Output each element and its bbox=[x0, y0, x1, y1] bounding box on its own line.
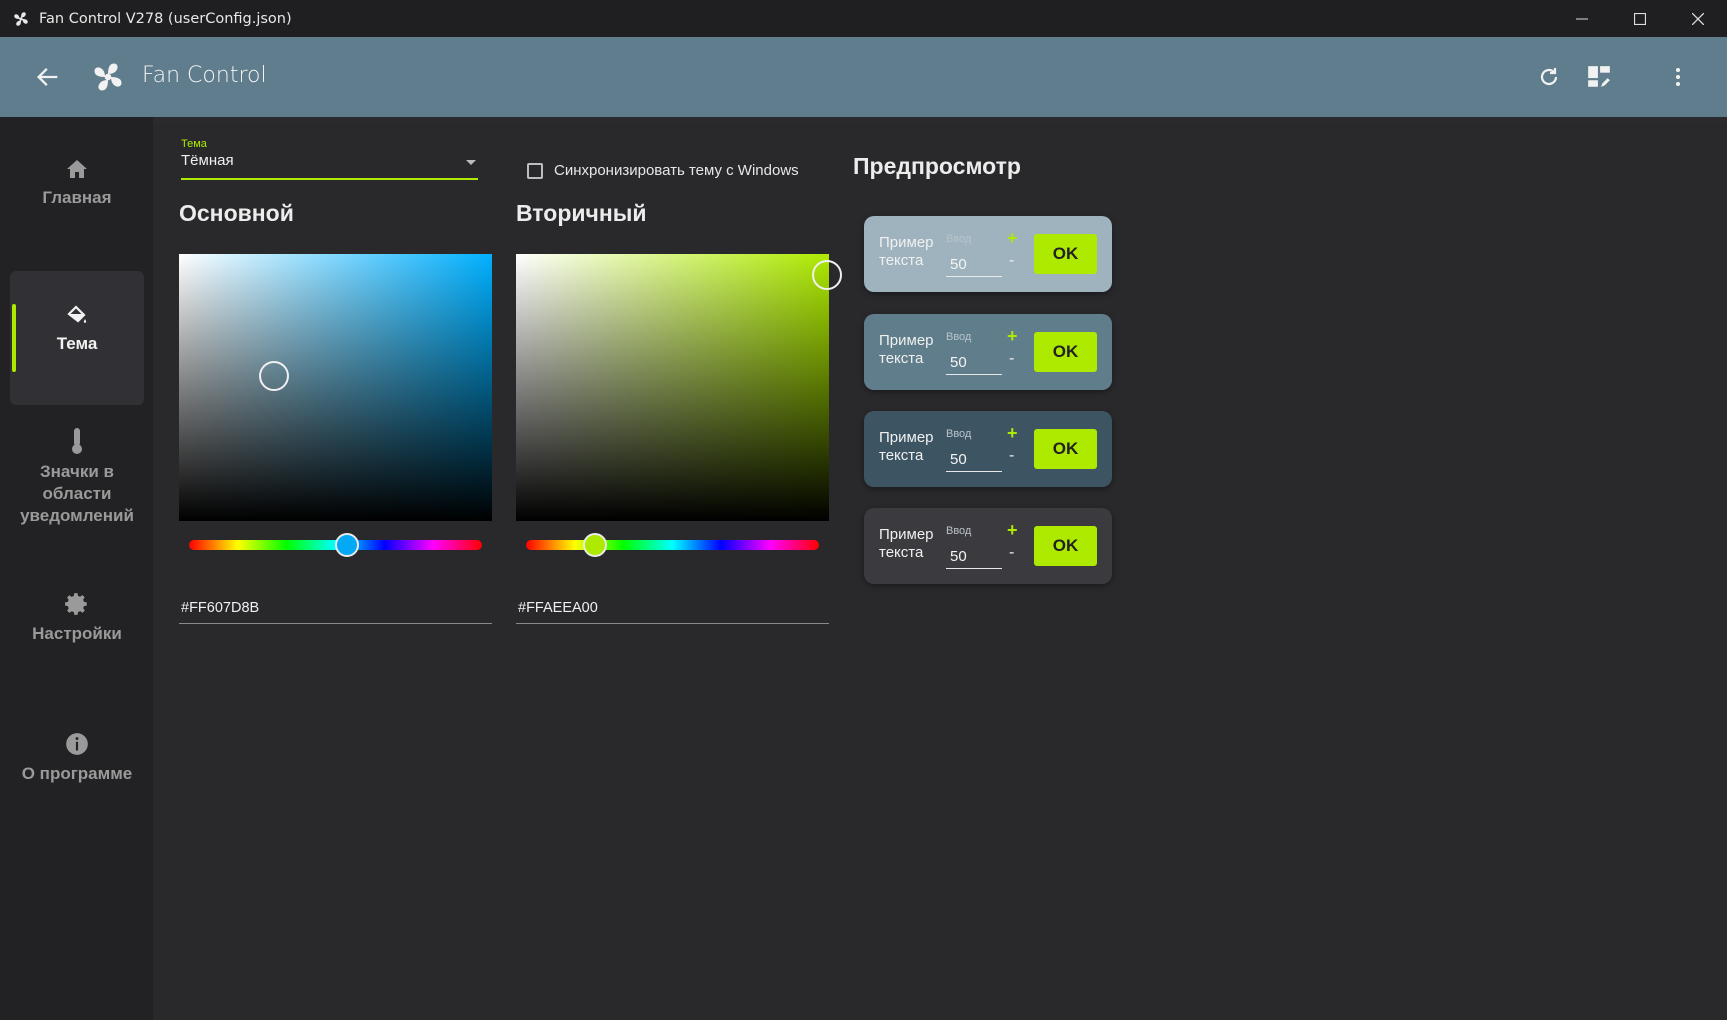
nav-item-theme[interactable]: Тема bbox=[10, 271, 144, 405]
preview-sample-text: Пример текста bbox=[879, 429, 934, 464]
fan-icon bbox=[14, 11, 28, 26]
maximize-button[interactable] bbox=[1611, 0, 1669, 37]
back-arrow-icon[interactable] bbox=[34, 63, 62, 91]
maximize-icon bbox=[1634, 12, 1646, 25]
preview-card: Пример текста Ввод 50 + - OK bbox=[864, 411, 1112, 487]
primary-hex-input[interactable]: #FF607D8B bbox=[179, 594, 492, 624]
preview-increment-button[interactable]: + bbox=[1007, 520, 1018, 541]
app-bar: Fan Control bbox=[0, 37, 1727, 117]
preview-card: Пример текста Ввод 50 + - OK bbox=[864, 216, 1112, 292]
preview-input-label: Ввод bbox=[946, 428, 972, 440]
minimize-icon bbox=[1576, 18, 1588, 19]
nav-label-about: О программе bbox=[21, 764, 133, 783]
preview-input[interactable]: 50 bbox=[946, 253, 1002, 277]
preview-input[interactable]: 50 bbox=[946, 448, 1002, 472]
preview-increment-button[interactable]: + bbox=[1007, 326, 1018, 347]
minimize-button[interactable] bbox=[1553, 0, 1611, 37]
dashboard-edit-button[interactable] bbox=[1585, 63, 1613, 91]
sidebar-nav: Главная Тема Значки в области уведомлени… bbox=[0, 117, 153, 1020]
chevron-down-icon bbox=[466, 160, 476, 165]
secondary-color-area[interactable] bbox=[516, 254, 842, 521]
preview-input-label: Ввод bbox=[946, 233, 972, 245]
nav-label-tray-icons: Значки в области уведомлений bbox=[20, 462, 134, 525]
preview-input[interactable]: 50 bbox=[946, 545, 1002, 569]
thermometer-icon bbox=[72, 428, 82, 454]
preview-card: Пример текста Ввод 50 + - OK bbox=[864, 508, 1112, 584]
primary-hue-slider[interactable] bbox=[189, 533, 482, 557]
preview-input-label: Ввод bbox=[946, 525, 972, 537]
theme-dropdown[interactable]: Тема Тёмная bbox=[181, 138, 478, 180]
primary-color-area[interactable] bbox=[179, 254, 492, 521]
preview-input[interactable]: 50 bbox=[946, 351, 1002, 375]
primary-title: Основной bbox=[179, 200, 294, 226]
nav-item-about[interactable]: О программе bbox=[10, 731, 144, 811]
theme-dropdown-value: Тёмная bbox=[181, 152, 234, 169]
theme-page: Тема Тёмная Синхронизировать тему с Wind… bbox=[153, 124, 1727, 1020]
primary-color-selector[interactable] bbox=[259, 361, 289, 391]
preview-increment-button[interactable]: + bbox=[1007, 423, 1018, 444]
sync-windows-label: Синхронизировать тему с Windows bbox=[554, 162, 799, 179]
preview-sample-text: Пример текста bbox=[879, 526, 934, 561]
secondary-title: Вторичный bbox=[516, 200, 647, 226]
nav-item-tray-icons[interactable]: Значки в области уведомлений bbox=[10, 427, 144, 547]
more-vert-icon bbox=[1676, 68, 1680, 86]
refresh-button[interactable] bbox=[1535, 63, 1563, 91]
dashboard-edit-icon bbox=[1588, 66, 1610, 87]
active-indicator bbox=[12, 304, 16, 372]
paint-bucket-icon bbox=[67, 305, 87, 323]
fan-logo-icon bbox=[94, 63, 122, 91]
window-titlebar: Fan Control V278 (userConfig.json) bbox=[0, 0, 1727, 37]
preview-decrement-button[interactable]: - bbox=[1009, 252, 1014, 270]
preview-sample-text: Пример текста bbox=[879, 332, 934, 367]
secondary-hex-input[interactable]: #FFAEEA00 bbox=[516, 594, 829, 624]
preview-ok-button[interactable]: OK bbox=[1034, 429, 1097, 469]
preview-input-label: Ввод bbox=[946, 331, 972, 343]
preview-ok-button[interactable]: OK bbox=[1034, 526, 1097, 566]
preview-ok-button[interactable]: OK bbox=[1034, 332, 1097, 372]
info-icon bbox=[66, 733, 88, 755]
more-menu-button[interactable] bbox=[1664, 63, 1692, 91]
secondary-hue-thumb[interactable] bbox=[583, 533, 607, 557]
preview-decrement-button[interactable]: - bbox=[1009, 544, 1014, 562]
home-icon bbox=[67, 160, 87, 178]
preview-sample-text: Пример текста bbox=[879, 234, 934, 269]
preview-card: Пример текста Ввод 50 + - OK bbox=[864, 314, 1112, 390]
checkbox-box[interactable] bbox=[527, 162, 543, 179]
app-title: Fan Control bbox=[142, 63, 267, 88]
window-title: Fan Control V278 (userConfig.json) bbox=[39, 10, 292, 27]
nav-label-theme: Тема bbox=[56, 334, 98, 353]
preview-decrement-button[interactable]: - bbox=[1009, 447, 1014, 465]
close-button[interactable] bbox=[1669, 0, 1727, 37]
primary-hue-thumb[interactable] bbox=[335, 533, 359, 557]
preview-increment-button[interactable]: + bbox=[1007, 228, 1018, 249]
sync-windows-checkbox[interactable]: Синхронизировать тему с Windows bbox=[527, 162, 799, 179]
preview-decrement-button[interactable]: - bbox=[1009, 350, 1014, 368]
preview-ok-button[interactable]: OK bbox=[1034, 234, 1097, 274]
gear-icon bbox=[65, 593, 87, 615]
nav-label-settings: Настройки bbox=[32, 624, 122, 643]
preview-title: Предпросмотр bbox=[853, 153, 1021, 179]
theme-dropdown-label: Тема bbox=[181, 138, 207, 150]
nav-label-home: Главная bbox=[42, 188, 112, 207]
refresh-icon bbox=[1540, 68, 1558, 86]
secondary-hue-slider[interactable] bbox=[526, 533, 819, 557]
nav-item-settings[interactable]: Настройки bbox=[10, 591, 144, 671]
secondary-color-selector[interactable] bbox=[812, 260, 842, 290]
nav-item-home[interactable]: Главная bbox=[10, 157, 144, 247]
close-icon bbox=[1692, 12, 1704, 25]
